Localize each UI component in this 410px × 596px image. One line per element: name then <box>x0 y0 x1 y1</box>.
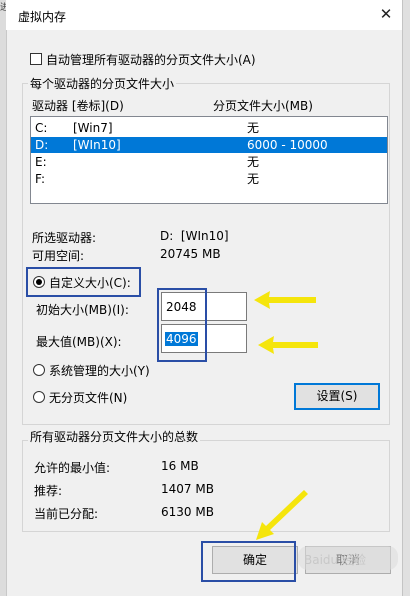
drive-size: 无 <box>247 155 260 169</box>
drive-letter: F: <box>35 172 46 186</box>
system-managed-radio[interactable] <box>33 364 45 376</box>
close-button[interactable]: ✕ <box>374 2 398 26</box>
system-managed-label[interactable]: 系统管理的大小(Y) <box>49 362 150 379</box>
drive-list[interactable]: C: [Win7] 无 D: [WIn10] 6000 - 10000 E: 无… <box>30 116 388 204</box>
annotation-box-ok <box>201 541 296 582</box>
current-allocated-label: 当前已分配: <box>34 507 99 521</box>
drive-size: 无 <box>247 172 260 186</box>
annotation-box-inputs <box>157 288 207 362</box>
drive-letter: E: <box>35 155 47 169</box>
drive-row-e[interactable]: E: 无 <box>31 154 387 170</box>
min-allowed-label: 允许的最小值: <box>34 461 111 475</box>
free-space-value: 20745 MB <box>160 247 221 261</box>
drive-volume-label: [WIn10] <box>73 138 121 152</box>
no-paging-radio[interactable] <box>33 391 45 403</box>
drive-size: 无 <box>247 121 260 135</box>
arrow-max <box>258 336 318 354</box>
drive-letter: C: <box>35 121 48 135</box>
annotation-arrow-ok <box>256 490 308 540</box>
baidu-watermark: Baidu 经验 <box>304 553 366 567</box>
no-paging-label[interactable]: 无分页文件(N) <box>49 389 127 406</box>
totals-group-title: 所有驱动器分页文件大小的总数 <box>28 428 201 445</box>
min-allowed-value: 16 MB <box>161 459 199 473</box>
paging-group-title: 每个驱动器的分页文件大小 <box>28 75 177 92</box>
auto-manage-checkbox[interactable] <box>30 53 42 65</box>
set-button[interactable]: 设置(S) <box>294 383 380 410</box>
annotation-box-custom <box>26 267 141 297</box>
drive-row-c[interactable]: C: [Win7] 无 <box>31 120 387 136</box>
current-allocated-value: 6130 MB <box>161 505 214 519</box>
window-title: 虚拟内存 <box>18 10 67 24</box>
initial-size-label: 初始大小(MB)(I): <box>36 303 129 317</box>
annotation-arrows <box>254 291 318 354</box>
max-size-label: 最大值(MB)(X): <box>36 335 122 349</box>
recommended-value: 1407 MB <box>161 482 214 496</box>
column-header-drive: 驱动器 [卷标](D) <box>32 99 124 113</box>
close-icon: ✕ <box>379 5 393 23</box>
selected-drive-value: D: [WIn10] <box>160 229 229 243</box>
auto-manage-label[interactable]: 自动管理所有驱动器的分页文件大小(A) <box>46 51 256 68</box>
column-header-size: 分页文件大小(MB) <box>213 99 313 113</box>
free-space-label: 可用空间: <box>32 249 85 263</box>
recommended-label: 推荐: <box>34 484 63 498</box>
selected-drive-label: 所选驱动器: <box>32 231 97 245</box>
arrow-initial <box>254 291 316 309</box>
drive-size: 6000 - 10000 <box>247 138 328 152</box>
drive-volume-label: [Win7] <box>73 121 113 135</box>
background-window-edge-right <box>402 0 410 596</box>
drive-letter: D: <box>35 138 49 152</box>
background-window-edge-left <box>0 0 7 596</box>
drive-row-f[interactable]: F: 无 <box>31 171 387 187</box>
drive-row-d[interactable]: D: [WIn10] 6000 - 10000 <box>31 137 387 153</box>
